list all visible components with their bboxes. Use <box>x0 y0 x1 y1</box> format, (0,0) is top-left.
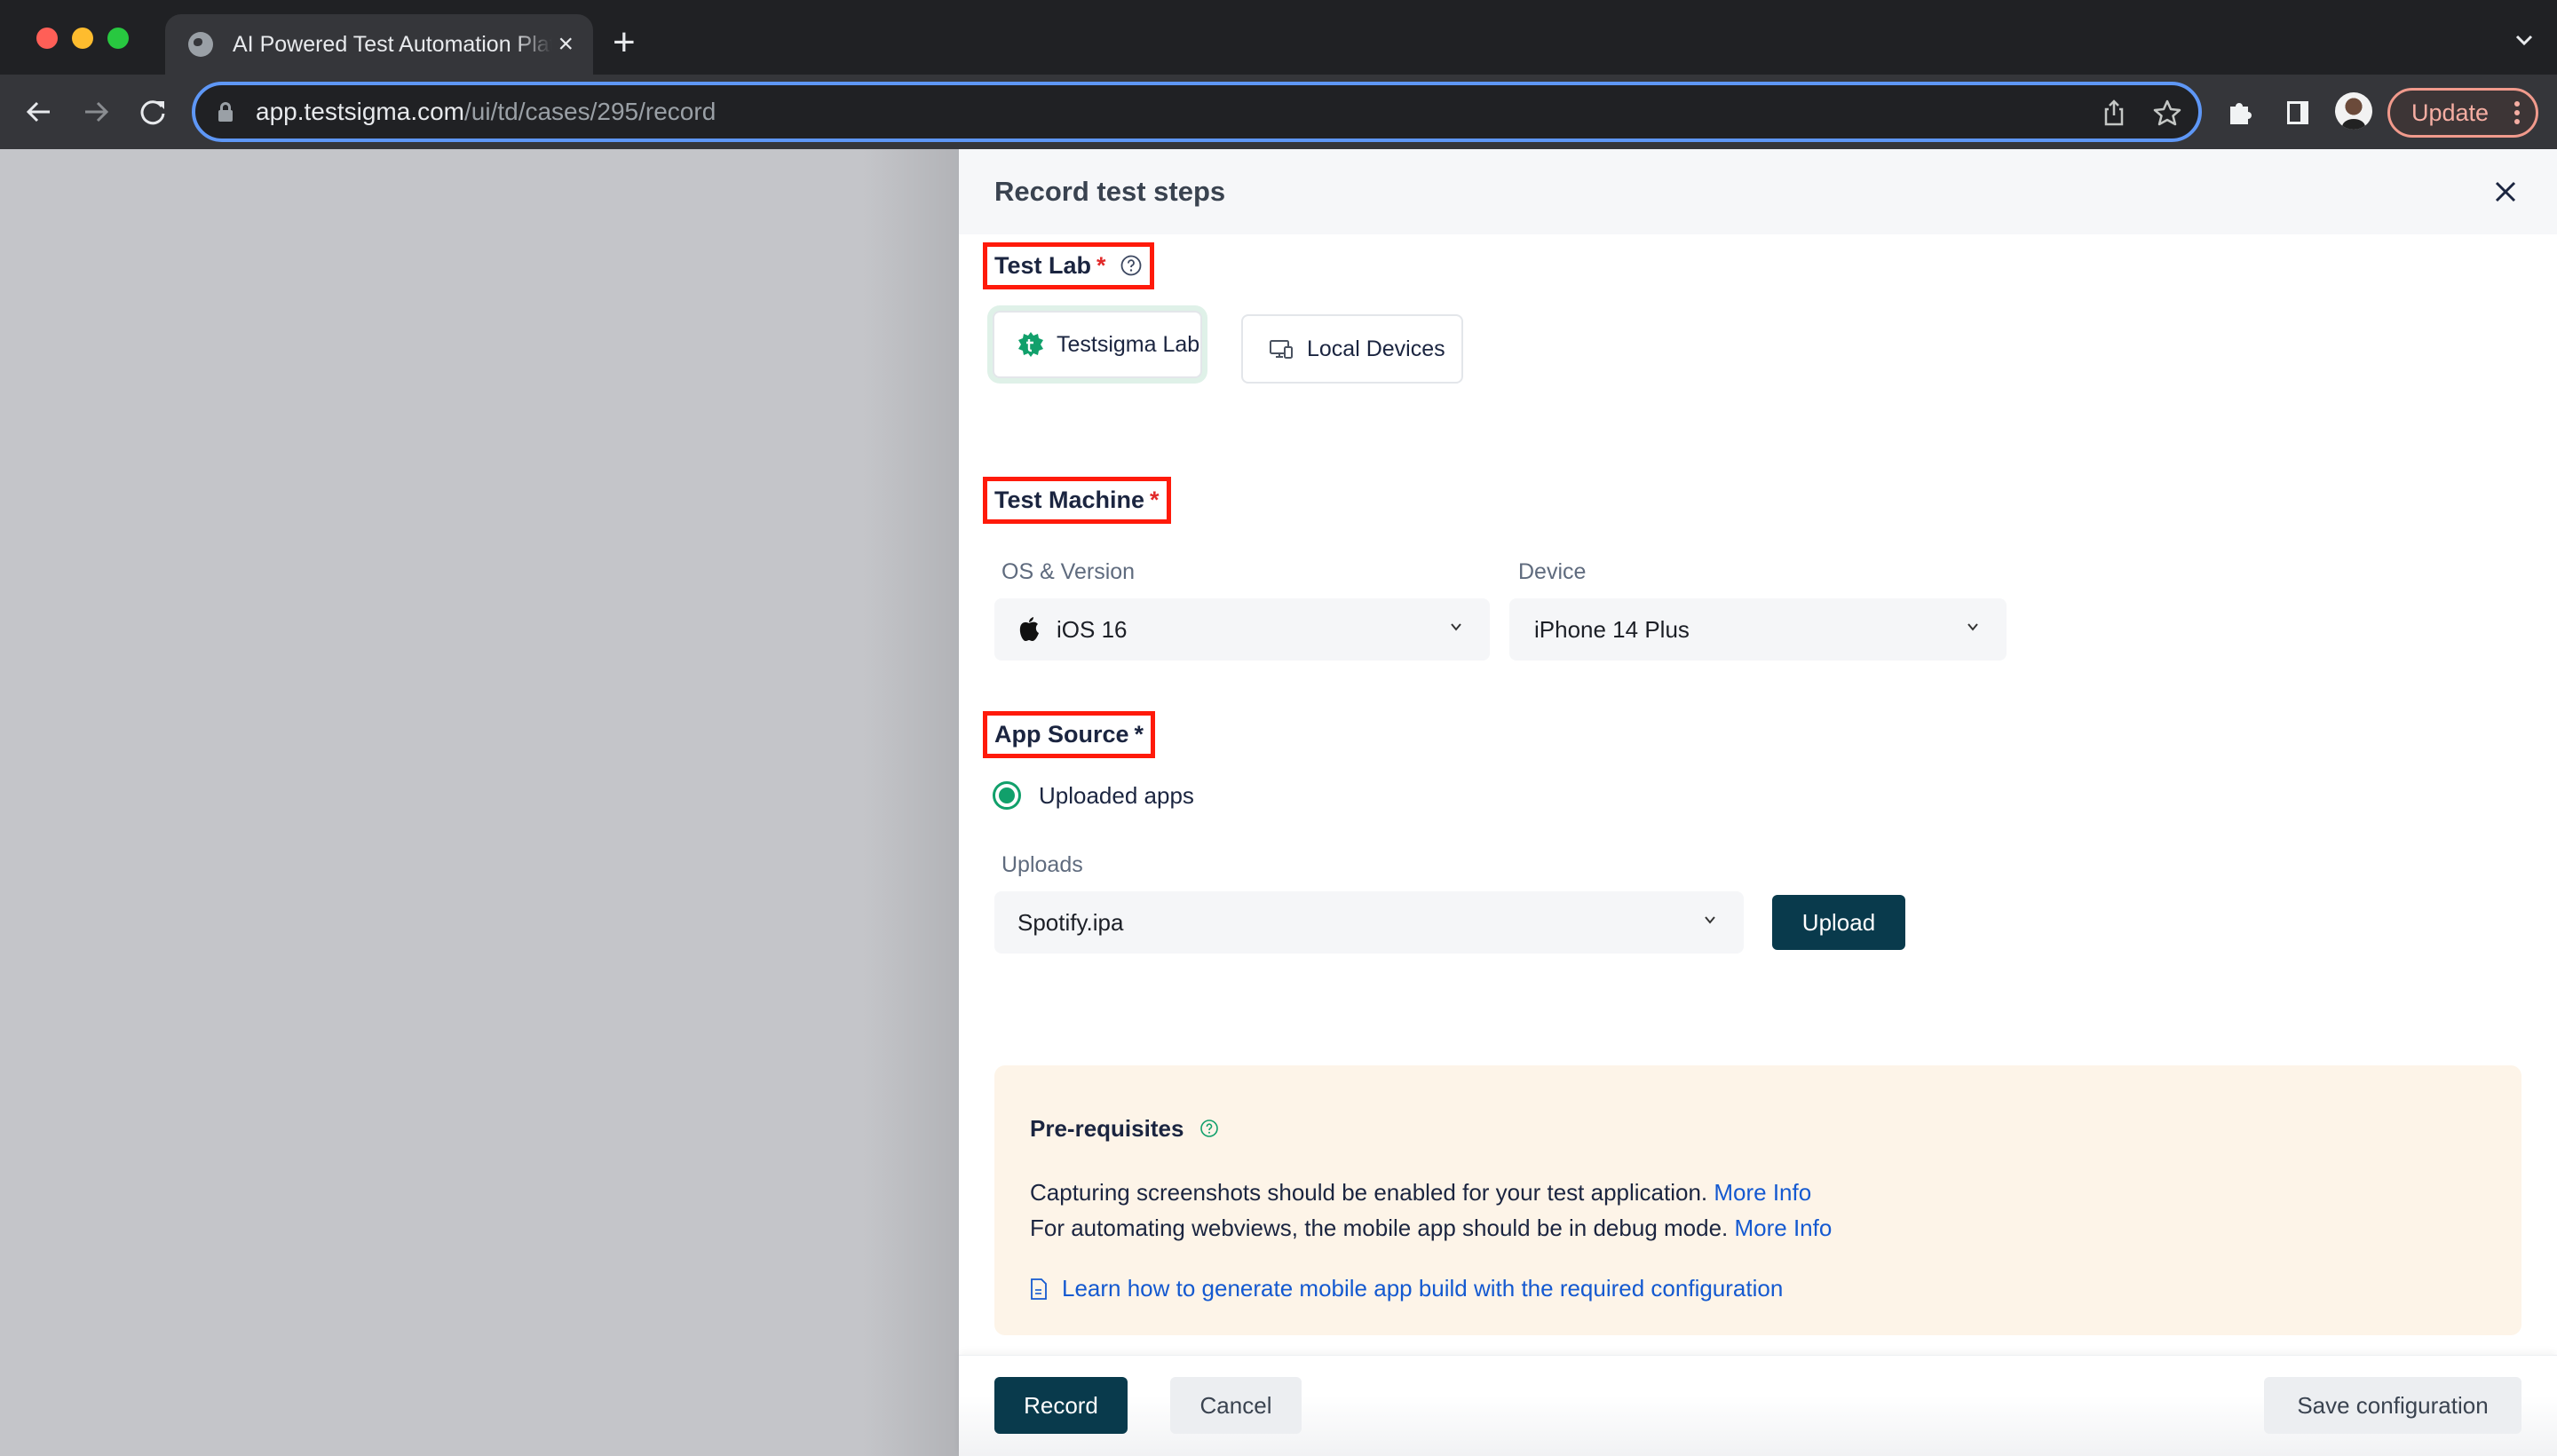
learn-build-config-link[interactable]: Learn how to generate mobile app build w… <box>1030 1275 1783 1302</box>
testsigma-lab-label: Testsigma Lab <box>1057 331 1200 357</box>
uploaded-apps-radio[interactable]: Uploaded apps <box>993 781 1194 810</box>
device-select[interactable]: iPhone 14 Plus <box>1509 598 2007 661</box>
device-value: iPhone 14 Plus <box>1534 615 1690 643</box>
update-label: Update <box>2411 99 2490 126</box>
test-lab-label: Test Lab * <box>982 242 1155 289</box>
cancel-button[interactable]: Cancel <box>1170 1377 1302 1434</box>
os-version-value: iOS 16 <box>1057 615 1128 643</box>
reload-icon[interactable] <box>135 94 170 130</box>
bookmark-star-icon[interactable] <box>2152 98 2182 128</box>
apple-icon <box>1019 617 1039 641</box>
new-tab-button[interactable]: + <box>613 20 636 66</box>
address-bar[interactable]: app.testsigma.com/ui/td/cases/295/record <box>192 82 2202 142</box>
drawer-header: Record test steps <box>959 149 2557 234</box>
app-source-label: App Source * <box>982 711 1156 758</box>
uploaded-apps-label: Uploaded apps <box>1039 781 1194 809</box>
os-version-label: OS & Version <box>1001 559 1136 584</box>
more-vert-icon[interactable] <box>2514 101 2520 124</box>
tab-search-chevron-icon[interactable] <box>2511 27 2537 53</box>
local-devices-label: Local Devices <box>1307 336 1445 361</box>
tab-title: AI Powered Test Automation Platform <box>233 31 552 57</box>
globe-icon <box>188 32 213 57</box>
prerequisites-title: Pre-requisites <box>1030 1115 1219 1143</box>
chevron-down-icon <box>1705 916 1715 924</box>
testsigma-lab-option[interactable]: Testsigma Lab <box>993 311 1202 378</box>
record-test-steps-drawer: Record test steps Test Lab * Testsigma La… <box>959 149 2557 1456</box>
more-info-link-screenshots[interactable]: More Info <box>1714 1179 1811 1206</box>
extensions-puzzle-icon[interactable] <box>2223 94 2259 130</box>
chevron-down-icon <box>1967 623 1978 631</box>
prerequisites-panel: Pre-requisites Capturing screenshots sho… <box>994 1065 2521 1335</box>
forward-arrow-icon[interactable] <box>78 94 114 130</box>
update-button[interactable]: Update <box>2387 88 2538 138</box>
drawer-footer: Record Cancel Save configuration <box>959 1355 2557 1456</box>
learn-build-config-text[interactable]: Learn how to generate mobile app build w… <box>1062 1275 1783 1302</box>
page-viewport: Record test steps Test Lab * Testsigma La… <box>0 149 2557 1456</box>
share-icon[interactable] <box>2099 98 2129 128</box>
drawer-title: Record test steps <box>994 176 1226 207</box>
tab-close-icon[interactable]: × <box>558 27 574 62</box>
close-icon[interactable] <box>2490 176 2521 208</box>
local-devices-option[interactable]: Local Devices <box>1241 314 1463 384</box>
modal-backdrop[interactable] <box>0 149 959 1456</box>
uploads-label: Uploads <box>1001 852 1083 877</box>
save-configuration-button[interactable]: Save configuration <box>2264 1377 2521 1434</box>
back-arrow-icon[interactable] <box>21 94 57 130</box>
uploads-select[interactable]: Spotify.ipa <box>994 891 1744 954</box>
device-label: Device <box>1518 559 1587 584</box>
uploads-value: Spotify.ipa <box>1017 908 1124 936</box>
lock-icon <box>218 102 233 122</box>
os-version-select[interactable]: iOS 16 <box>994 598 1490 661</box>
window-maximize-button[interactable] <box>107 28 129 49</box>
upload-button[interactable]: Upload <box>1772 895 1905 950</box>
radio-selected-icon[interactable] <box>993 781 1021 810</box>
help-circle-icon[interactable] <box>1199 1119 1219 1138</box>
help-circle-icon[interactable] <box>1120 254 1143 277</box>
test-machine-label: Test Machine * <box>983 477 1171 524</box>
url-text: app.testsigma.com/ui/td/cases/295/record <box>256 98 716 125</box>
document-icon <box>1031 1278 1047 1300</box>
chevron-down-icon <box>1451 623 1461 631</box>
side-panel-icon[interactable] <box>2280 94 2316 130</box>
window-close-button[interactable] <box>36 28 58 49</box>
browser-toolbar: app.testsigma.com/ui/td/cases/295/record… <box>0 75 2557 149</box>
record-button[interactable]: Record <box>994 1377 1128 1434</box>
profile-avatar[interactable] <box>2335 92 2372 130</box>
devices-icon <box>1270 340 1293 359</box>
prerequisite-webviews: For automating webviews, the mobile app … <box>1030 1215 1833 1241</box>
prerequisite-screenshots: Capturing screenshots should be enabled … <box>1030 1179 1812 1206</box>
testsigma-logo-icon <box>1018 332 1043 357</box>
browser-tab-active[interactable]: AI Powered Test Automation Platform × <box>165 14 593 75</box>
browser-tab-bar: AI Powered Test Automation Platform × + <box>0 0 2557 75</box>
window-minimize-button[interactable] <box>72 28 93 49</box>
more-info-link-webviews[interactable]: More Info <box>1735 1215 1833 1241</box>
